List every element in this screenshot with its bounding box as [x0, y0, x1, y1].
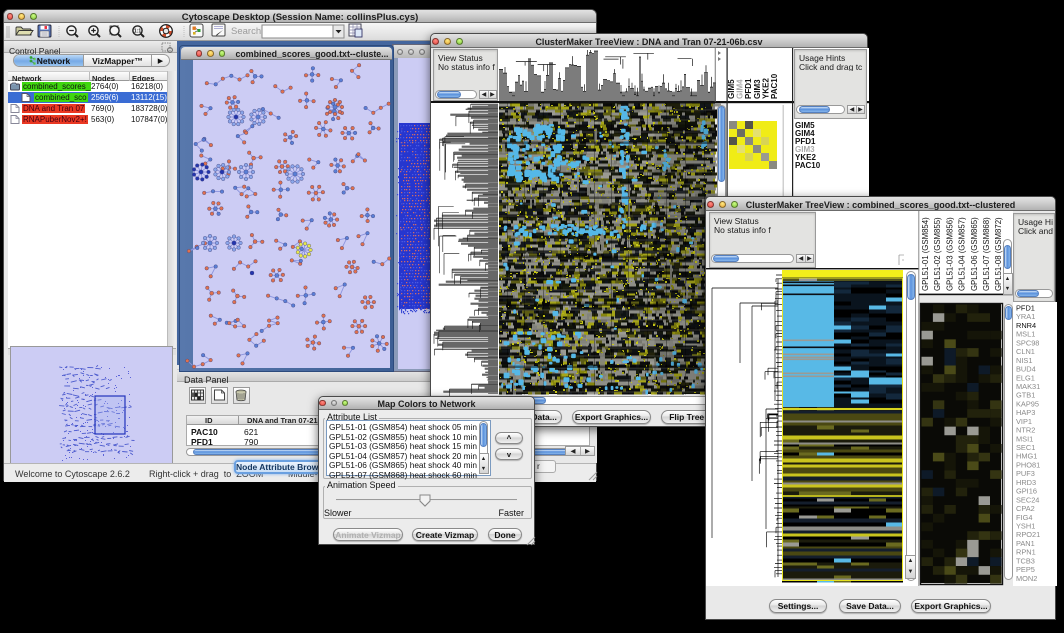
svg-text:VIP1: VIP1 [1016, 417, 1032, 426]
svg-text:RPO21: RPO21 [1016, 530, 1040, 539]
svg-text:SEC24: SEC24 [1016, 495, 1039, 504]
svg-text:SEC1: SEC1 [1016, 443, 1035, 452]
svg-text:PUF3: PUF3 [1016, 469, 1035, 478]
svg-text:HMG1: HMG1 [1016, 452, 1037, 461]
svg-text:YRA1: YRA1 [1016, 312, 1035, 321]
svg-text:FIG4: FIG4 [1016, 513, 1032, 522]
svg-text:HAP3: HAP3 [1016, 408, 1035, 417]
svg-text:GPL51-06 (GSM865): GPL51-06 (GSM865) [970, 217, 979, 291]
svg-text:GPL51-02 (GSM855): GPL51-02 (GSM855) [933, 217, 942, 291]
svg-text:GPL51-07 (GSM868): GPL51-07 (GSM868) [982, 217, 991, 291]
svg-text:RPN1: RPN1 [1016, 548, 1036, 557]
svg-text:1:1: 1:1 [134, 29, 141, 35]
svg-text:HRD3: HRD3 [1016, 478, 1036, 487]
svg-text:GPL51-04 (GSM857): GPL51-04 (GSM857) [958, 217, 967, 291]
svg-text:MAK31: MAK31 [1016, 382, 1040, 391]
svg-text:GPL51-01 (GSM854): GPL51-01 (GSM854) [921, 217, 930, 291]
svg-text:YSH1: YSH1 [1016, 522, 1035, 531]
svg-text:Search:: Search: [231, 26, 264, 37]
svg-text:SPC98: SPC98 [1016, 338, 1039, 347]
svg-text:PHO81: PHO81 [1016, 461, 1040, 470]
svg-text:GTB1: GTB1 [1016, 391, 1035, 400]
svg-text:PAN1: PAN1 [1016, 539, 1035, 548]
svg-text:MON2: MON2 [1016, 574, 1037, 583]
svg-text:RNR4: RNR4 [1016, 321, 1036, 330]
svg-text:PFD1: PFD1 [1016, 304, 1035, 313]
svg-text:ELG1: ELG1 [1016, 373, 1035, 382]
svg-text:PAC10: PAC10 [770, 73, 779, 99]
svg-text:BUD4: BUD4 [1016, 365, 1036, 374]
svg-text:NTR2: NTR2 [1016, 426, 1035, 435]
svg-text:CPA2: CPA2 [1016, 504, 1035, 513]
svg-text:PAC10: PAC10 [795, 161, 821, 170]
svg-text:KAP95: KAP95 [1016, 399, 1039, 408]
svg-text:PEP5: PEP5 [1016, 565, 1035, 574]
svg-text:GPL51-03 (GSM856): GPL51-03 (GSM856) [945, 217, 954, 291]
svg-text:NIS1: NIS1 [1016, 356, 1032, 365]
svg-text:CLN1: CLN1 [1016, 347, 1035, 356]
svg-text:GPI16: GPI16 [1016, 487, 1037, 496]
svg-text:TCB3: TCB3 [1016, 556, 1035, 565]
svg-text:MSL1: MSL1 [1016, 330, 1035, 339]
svg-text:MSI1: MSI1 [1016, 434, 1033, 443]
